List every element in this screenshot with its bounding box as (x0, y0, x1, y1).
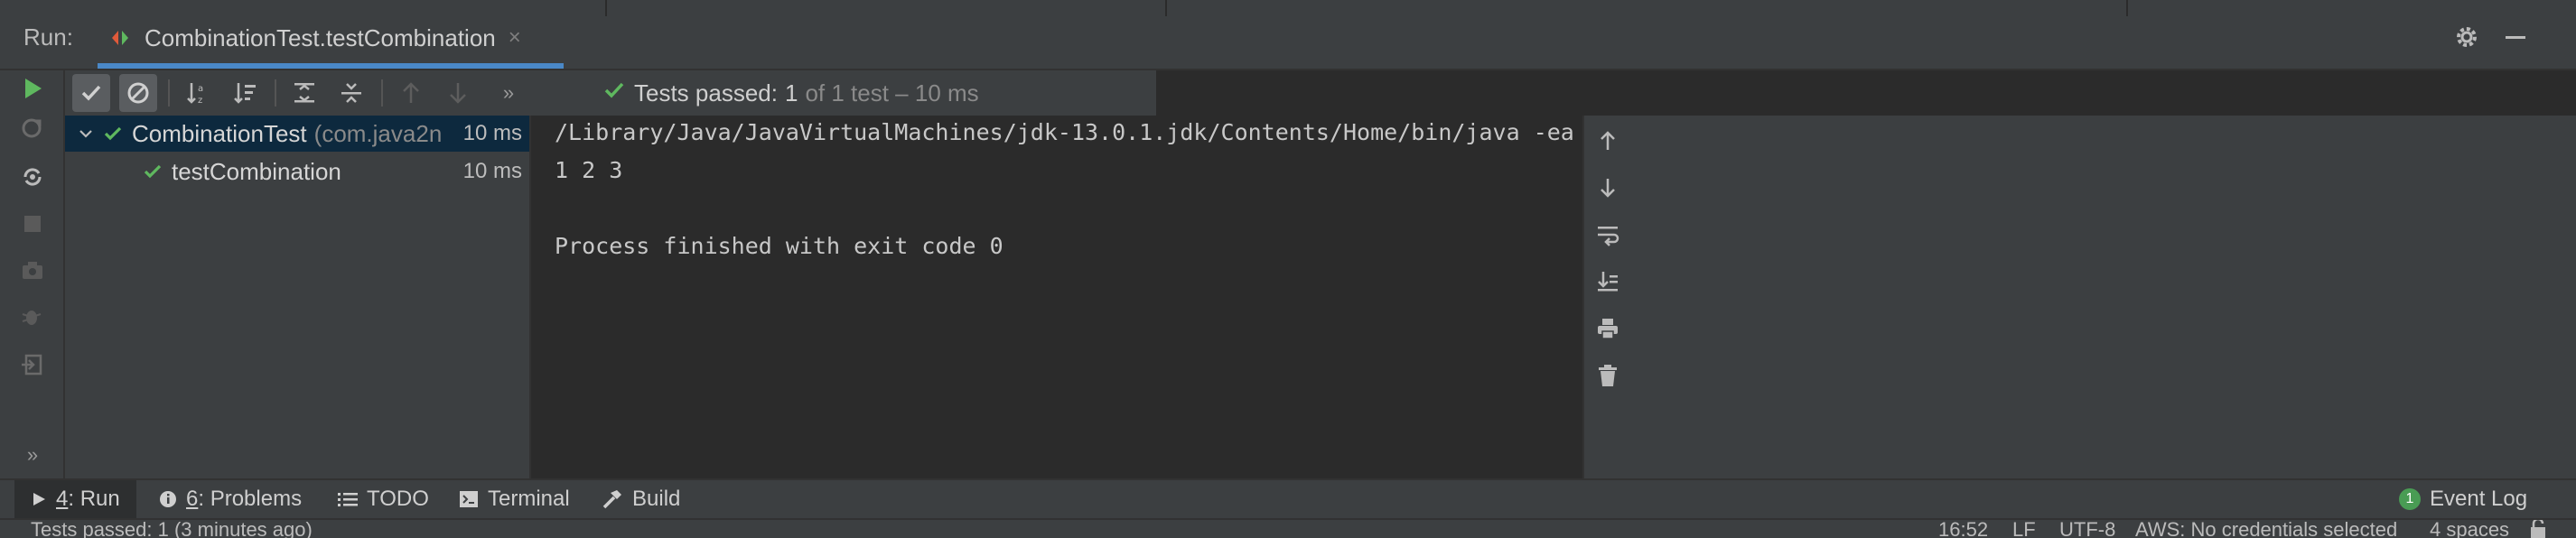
tab-title: CombinationTest.testCombination (145, 23, 496, 51)
tree-item-test-combination[interactable]: testCombination 10 ms (65, 153, 529, 190)
rerun-icon[interactable] (14, 70, 51, 107)
next-failed-icon[interactable] (439, 74, 477, 112)
notification-count: 1 (2405, 491, 2414, 506)
scroll-to-end-icon[interactable] (1590, 264, 1626, 300)
trash-icon[interactable] (1590, 357, 1626, 394)
console-output[interactable]: /Library/Java/JavaVirtualMachines/jdk-13… (531, 116, 1582, 478)
check-icon (103, 124, 123, 144)
more-actions-icon[interactable]: » (14, 437, 51, 473)
expand-all-icon[interactable] (285, 74, 323, 112)
tree-item-time: 10 ms (462, 121, 522, 145)
console-line-command: /Library/Java/JavaVirtualMachines/jdk-13… (555, 119, 1574, 145)
tree-item-name: CombinationTest (132, 119, 307, 147)
divider (2126, 0, 2128, 16)
tool-window-bar: 4: Run 6: Problems TODO Terminal Build 1… (0, 478, 2576, 518)
tab-build-label: Build (632, 487, 681, 511)
tab-run-mnemonic: 4 (56, 487, 69, 511)
test-status: Tests passed: 1 of 1 test – 10 ms (603, 76, 979, 110)
close-icon[interactable]: × (509, 25, 521, 51)
show-passed-icon[interactable] (72, 74, 110, 112)
test-toolbar: az » Tests passed: 1 of 1 test – 10 ms (65, 70, 1156, 116)
gear-icon[interactable] (2451, 22, 2482, 52)
scroll-up-icon[interactable] (1590, 123, 1626, 159)
exit-icon[interactable] (14, 347, 51, 383)
event-log-button[interactable]: 1 Event Log (2399, 480, 2527, 518)
line-separator[interactable]: LF (2012, 520, 2036, 538)
tab-terminal-label: Terminal (488, 487, 570, 511)
tab-terminal[interactable]: Terminal (459, 480, 570, 518)
console-line-exit: Process finished with exit code 0 (555, 233, 1003, 259)
aws-connection[interactable]: AWS: No credentials selected (2135, 520, 2397, 538)
tab-build[interactable]: Build (602, 480, 680, 518)
caret-position[interactable]: 16:52 (1938, 520, 1988, 538)
tab-run[interactable]: 4: Run (14, 480, 136, 518)
file-encoding[interactable]: UTF-8 (2059, 520, 2115, 538)
status-count: 1 (784, 79, 798, 107)
sort-by-duration-icon[interactable] (226, 74, 264, 112)
tree-item-time: 10 ms (462, 159, 522, 183)
lock-icon[interactable] (2529, 520, 2547, 538)
tab-problems[interactable]: 6: Problems (159, 480, 302, 518)
chevron-down-icon[interactable] (78, 125, 94, 142)
test-config-icon (110, 28, 130, 48)
notification-badge: 1 (2399, 488, 2421, 510)
run-tool-window-header: Run: CombinationTest.testCombination × (0, 0, 2576, 70)
status-summary: of 1 test – 10 ms (805, 79, 979, 107)
console-line-output: 1 2 3 (555, 157, 623, 183)
check-icon (143, 162, 163, 181)
check-icon (603, 79, 625, 107)
svg-text:z: z (198, 96, 202, 106)
tab-todo-label: TODO (367, 487, 429, 511)
debug-icon[interactable] (14, 300, 51, 336)
status-passed-label: Tests passed: (634, 79, 778, 107)
scroll-down-icon[interactable] (1590, 170, 1626, 206)
tree-item-name: testCombination (172, 157, 341, 185)
terminal-icon (459, 490, 479, 508)
sort-alphabetically-icon[interactable]: az (179, 74, 217, 112)
play-icon (31, 491, 47, 507)
left-action-strip: » (0, 70, 65, 478)
divider (168, 79, 170, 107)
tab-todo[interactable]: TODO (338, 480, 429, 518)
tab-problems-mnemonic: 6 (186, 487, 199, 511)
info-icon (159, 490, 177, 508)
collapse-all-icon[interactable] (332, 74, 370, 112)
toolbar-more-icon[interactable]: » (490, 74, 527, 112)
show-ignored-icon[interactable] (119, 74, 157, 112)
tab-combination-test[interactable]: CombinationTest.testCombination × (98, 13, 564, 69)
divider (275, 79, 276, 107)
test-results-tree: CombinationTest (com.java2n 10 ms testCo… (65, 116, 531, 478)
divider (605, 0, 607, 16)
hammer-icon (602, 489, 623, 509)
event-log-label: Event Log (2430, 487, 2528, 511)
tab-run-label: : Run (68, 487, 120, 511)
status-message[interactable]: Tests passed: 1 (3 minutes ago) (31, 520, 313, 538)
minimize-icon[interactable] (2500, 22, 2531, 52)
tree-item-package: (com.java2n (313, 119, 441, 147)
previous-failed-icon[interactable] (392, 74, 430, 112)
stop-icon[interactable] (14, 206, 51, 242)
tab-problems-label: : Problems (198, 487, 303, 511)
status-bar: Tests passed: 1 (3 minutes ago) 16:52 LF… (0, 518, 2576, 538)
toggle-auto-test-icon[interactable] (14, 159, 51, 195)
divider (381, 79, 383, 107)
soft-wrap-icon[interactable] (1590, 217, 1626, 253)
list-icon (338, 491, 358, 507)
camera-icon[interactable] (14, 253, 51, 289)
indent-setting[interactable]: 4 spaces (2430, 520, 2509, 538)
print-icon[interactable] (1590, 311, 1626, 347)
run-label: Run: (23, 23, 73, 51)
rerun-failed-icon[interactable] (14, 110, 51, 146)
console-action-strip (1582, 116, 2576, 478)
divider (1582, 116, 1584, 478)
tree-item-combination-test[interactable]: CombinationTest (com.java2n 10 ms (65, 116, 529, 152)
divider (1165, 0, 1167, 16)
svg-text:a: a (198, 84, 203, 94)
